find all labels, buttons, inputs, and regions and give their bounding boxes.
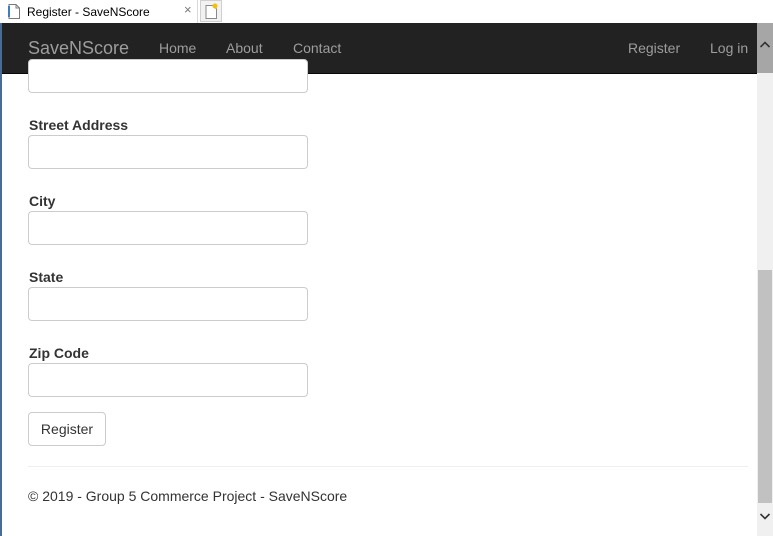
chevron-up-icon[interactable] bbox=[759, 39, 771, 51]
nav-register-link[interactable]: Register bbox=[628, 40, 680, 56]
chevron-down-icon[interactable] bbox=[759, 510, 771, 522]
close-icon[interactable]: × bbox=[184, 3, 192, 17]
nav-home-link[interactable]: Home bbox=[159, 40, 196, 56]
browser-tab[interactable]: Register - SaveNScore × bbox=[0, 0, 198, 23]
zip-code-label: Zip Code bbox=[29, 345, 89, 361]
tab-title: Register - SaveNScore bbox=[27, 5, 150, 19]
new-tab-button[interactable] bbox=[200, 0, 222, 22]
partial-input-field[interactable] bbox=[28, 59, 308, 93]
browser-tab-strip: Register - SaveNScore × bbox=[0, 0, 773, 23]
state-input[interactable] bbox=[28, 287, 308, 321]
footer-text: © 2019 - Group 5 Commerce Project - Save… bbox=[28, 488, 348, 504]
window-edge bbox=[0, 23, 2, 536]
street-address-label: Street Address bbox=[29, 117, 129, 133]
zip-code-input[interactable] bbox=[28, 363, 308, 397]
street-address-input[interactable] bbox=[28, 135, 308, 169]
state-label: State bbox=[29, 269, 64, 285]
new-tab-icon bbox=[205, 3, 218, 19]
footer-divider bbox=[28, 466, 748, 467]
nav-about-link[interactable]: About bbox=[226, 40, 263, 56]
page-icon bbox=[8, 4, 20, 19]
nav-contact-link[interactable]: Contact bbox=[293, 40, 341, 56]
scrollbar-thumb[interactable] bbox=[758, 270, 772, 503]
city-input[interactable] bbox=[28, 211, 308, 245]
city-label: City bbox=[29, 193, 56, 209]
nav-login-link[interactable]: Log in bbox=[710, 40, 748, 56]
vertical-scrollbar[interactable] bbox=[757, 23, 773, 536]
register-button[interactable]: Register bbox=[28, 412, 106, 446]
brand-link[interactable]: SaveNScore bbox=[28, 38, 129, 58]
